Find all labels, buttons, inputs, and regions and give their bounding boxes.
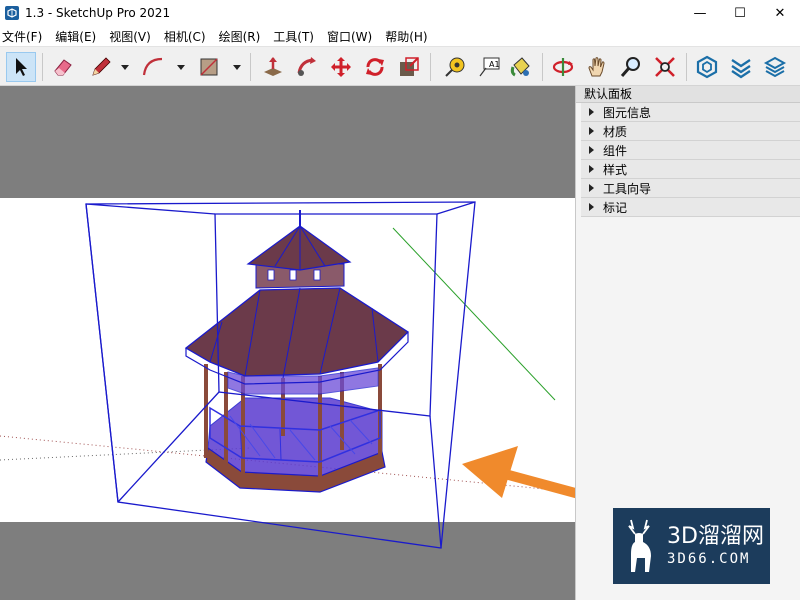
layout-button[interactable] <box>760 52 790 82</box>
rectangle-tool-button[interactable] <box>194 52 224 82</box>
expand-triangle-icon <box>589 184 594 192</box>
section-label: 组件 <box>603 143 628 158</box>
text-tool-label: A1 <box>489 60 500 69</box>
expand-triangle-icon <box>589 127 594 135</box>
scale-tool-button[interactable] <box>394 52 424 82</box>
menu-window[interactable]: 窗口(W) <box>327 28 378 45</box>
menu-camera[interactable]: 相机(C) <box>164 28 212 45</box>
chevron-down-icon[interactable] <box>232 61 242 73</box>
scale-icon <box>400 57 419 76</box>
chevron-down-icon[interactable] <box>176 61 186 73</box>
pencil-icon <box>92 57 111 76</box>
expand-triangle-icon <box>589 203 594 211</box>
toolbar-separator <box>686 53 687 81</box>
paint-bucket-icon <box>510 57 530 77</box>
panel-section-tags[interactable]: 标记 <box>581 198 800 217</box>
minimize-icon[interactable]: — <box>680 0 720 26</box>
sketchup-app-icon <box>5 6 19 20</box>
panel-section-styles[interactable]: 样式 <box>581 160 800 179</box>
warehouse-icon <box>696 55 718 79</box>
arc-tool-button[interactable] <box>138 52 168 82</box>
arc-icon <box>142 57 163 76</box>
push-pull-tool-button[interactable] <box>258 52 288 82</box>
move-tool-button[interactable] <box>326 52 356 82</box>
watermark-brand: 3D溜溜网 <box>667 524 764 549</box>
line-tool-button[interactable] <box>86 52 116 82</box>
rotate-tool-button[interactable] <box>360 52 390 82</box>
eraser-icon <box>54 59 72 76</box>
chevron-down-icon[interactable] <box>120 61 130 73</box>
menu-tools[interactable]: 工具(T) <box>273 28 320 45</box>
panel-section-components[interactable]: 组件 <box>581 141 800 160</box>
follow-me-tool-button[interactable] <box>292 52 322 82</box>
scene-canvas[interactable] <box>0 86 575 600</box>
expand-triangle-icon <box>589 165 594 173</box>
zoom-tool-button[interactable] <box>616 52 646 82</box>
menu-file[interactable]: 文件(F) <box>2 28 48 45</box>
section-label: 图元信息 <box>603 105 652 120</box>
menu-help[interactable]: 帮助(H) <box>385 28 433 45</box>
section-label: 材质 <box>603 124 628 139</box>
window-controls: — ☐ ✕ <box>680 0 800 26</box>
model-viewport[interactable] <box>0 86 575 600</box>
select-arrow-icon <box>16 58 27 76</box>
watermark-url: 3D66.COM <box>667 551 751 567</box>
pan-tool-button[interactable] <box>582 52 612 82</box>
extension-warehouse-icon <box>731 59 751 79</box>
zoom-magnifier-icon <box>620 57 640 77</box>
menu-bar: 文件(F) 编辑(E) 视图(V) 相机(C) 绘图(R) 工具(T) 窗口(W… <box>0 26 800 46</box>
panel-section-materials[interactable]: 材质 <box>581 122 800 141</box>
section-label: 标记 <box>603 200 628 215</box>
menu-edit[interactable]: 编辑(E) <box>55 28 102 45</box>
rotate-icon <box>366 58 384 76</box>
paint-bucket-tool-button[interactable] <box>506 52 536 82</box>
panel-section-instructor[interactable]: 工具向导 <box>581 179 800 198</box>
extension-warehouse-button[interactable] <box>726 52 756 82</box>
orbit-tool-button[interactable] <box>548 52 578 82</box>
panel-title: 默认面板 <box>576 86 800 103</box>
zoom-extents-icon <box>655 57 675 77</box>
main-toolbar: A1 <box>0 46 800 86</box>
menu-view[interactable]: 视图(V) <box>109 28 157 45</box>
menu-draw[interactable]: 绘图(R) <box>219 28 267 45</box>
zoom-extents-tool-button[interactable] <box>650 52 680 82</box>
move-icon <box>331 57 351 77</box>
toolbar-separator <box>542 53 543 81</box>
title-bar: 1.3 - SketchUp Pro 2021 — ☐ ✕ <box>0 0 800 26</box>
rectangle-icon <box>200 58 218 76</box>
maximize-icon[interactable]: ☐ <box>720 0 760 26</box>
deer-logo-icon <box>628 519 651 572</box>
toolbar-separator <box>250 53 251 81</box>
tape-measure-icon <box>445 57 465 77</box>
layers-stack-icon <box>763 56 787 78</box>
select-tool-button[interactable] <box>6 52 36 82</box>
section-label: 样式 <box>603 162 628 177</box>
close-icon[interactable]: ✕ <box>760 0 800 26</box>
eraser-tool-button[interactable] <box>48 52 78 82</box>
3d-warehouse-button[interactable] <box>692 52 722 82</box>
toolbar-separator <box>42 53 43 81</box>
tape-measure-tool-button[interactable] <box>440 52 470 82</box>
push-pull-icon <box>264 57 282 76</box>
follow-me-icon <box>297 57 316 76</box>
section-label: 工具向导 <box>603 181 652 196</box>
pan-hand-icon <box>588 57 605 77</box>
watermark-logo: 3D溜溜网 3D66.COM <box>613 508 770 584</box>
expand-triangle-icon <box>589 108 594 116</box>
expand-triangle-icon <box>589 146 594 154</box>
panel-section-entity-info[interactable]: 图元信息 <box>581 103 800 122</box>
orbit-icon <box>552 58 574 76</box>
text-tool-button[interactable]: A1 <box>474 52 504 82</box>
toolbar-separator <box>430 53 431 81</box>
window-title: 1.3 - SketchUp Pro 2021 <box>25 6 171 20</box>
